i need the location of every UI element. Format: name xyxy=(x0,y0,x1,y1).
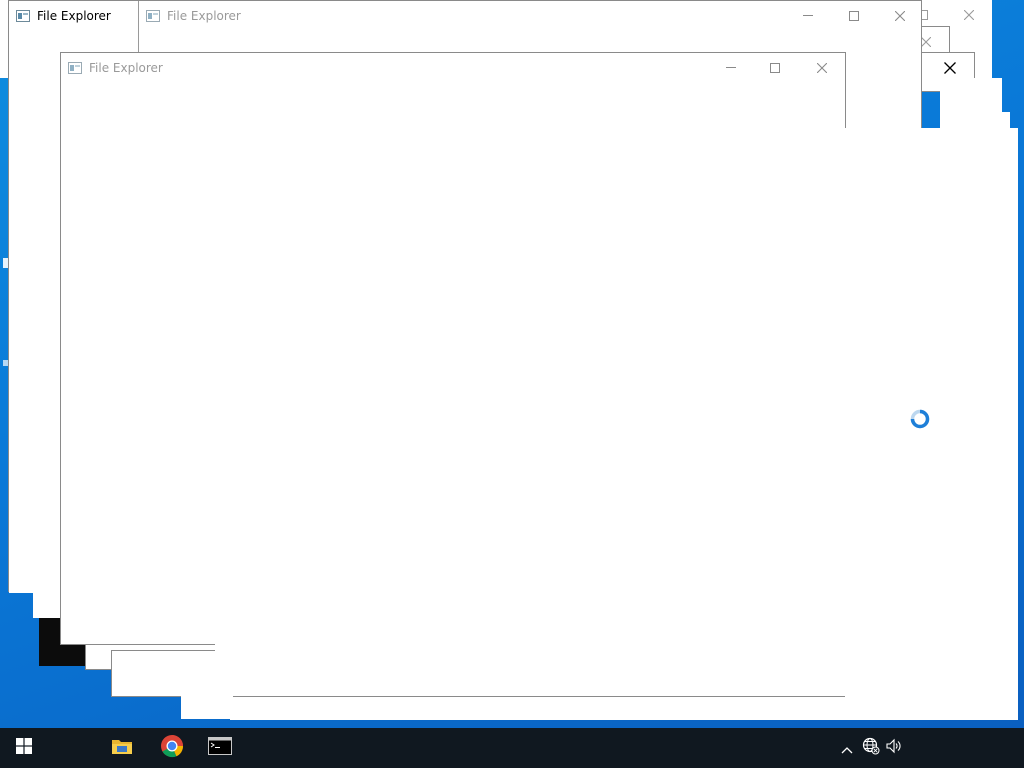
stacked-window-artifact-3 xyxy=(181,690,233,719)
close-icon xyxy=(946,0,992,30)
file-explorer-app-icon xyxy=(16,10,30,22)
file-explorer-window-2: File Explorer xyxy=(60,52,846,645)
loading-spinner-icon xyxy=(909,408,931,430)
close-button[interactable] xyxy=(799,53,845,83)
speaker-icon xyxy=(885,738,903,758)
maximize-button[interactable] xyxy=(752,53,798,83)
file-explorer-app-icon xyxy=(146,10,160,22)
taskbar-chrome[interactable] xyxy=(148,728,196,768)
terminal-icon xyxy=(208,737,232,759)
window-overlap-cover-2 xyxy=(845,128,1018,720)
windows-logo-icon xyxy=(16,738,32,758)
file-explorer-app-icon xyxy=(68,62,82,74)
minimize-button[interactable] xyxy=(708,53,754,83)
globe-icon xyxy=(862,737,880,759)
taskbar-command-prompt[interactable] xyxy=(196,728,244,768)
minimize-button[interactable] xyxy=(785,1,831,31)
maximize-button[interactable] xyxy=(831,1,877,31)
window-title: File Explorer xyxy=(89,61,163,75)
network-button[interactable] xyxy=(860,728,882,768)
stacked-window-artifact-white xyxy=(33,592,61,618)
close-button[interactable] xyxy=(877,1,923,31)
chrome-icon xyxy=(160,734,184,762)
window-title: File Explorer xyxy=(167,9,241,23)
show-hidden-icons-button[interactable] xyxy=(836,728,858,768)
window-title: File Explorer xyxy=(37,9,111,23)
taskbar-file-explorer[interactable] xyxy=(98,728,146,768)
desktop: File Explorer File Explorer File Explore… xyxy=(0,0,1024,728)
taskbar xyxy=(0,728,1024,768)
folder-icon xyxy=(111,737,133,759)
volume-button[interactable] xyxy=(883,728,905,768)
window-overlap-cover xyxy=(215,644,896,670)
chevron-up-icon xyxy=(841,739,853,758)
start-button[interactable] xyxy=(0,728,48,768)
